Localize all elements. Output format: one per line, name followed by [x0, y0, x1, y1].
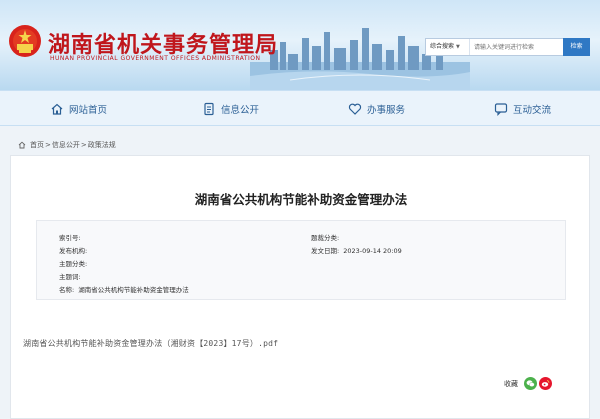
breadcrumb-policy[interactable]: 政策法规 — [88, 140, 116, 150]
share-label: 收藏 — [504, 379, 518, 388]
meta-name: 名称: 湖南省公共机构节能补助资金管理办法 — [59, 284, 189, 294]
meta-org-label: 发布机构: — [59, 247, 88, 255]
meta-topic-label: 主题分类: — [59, 260, 88, 268]
search-scope-label: 综合搜索 — [430, 43, 455, 50]
site-subtitle: HUNAN PROVINCIAL GOVERNMENT OFFICES ADMI… — [50, 55, 261, 62]
nav-label-interact: 互动交流 — [513, 105, 552, 116]
main-nav: 网站首页 信息公开 办事服务 互动交流 — [0, 90, 600, 126]
weibo-icon[interactable] — [539, 377, 552, 390]
share-bar: 收藏 — [504, 377, 552, 390]
home-icon — [51, 103, 63, 115]
search-button[interactable]: 检索 — [563, 38, 590, 56]
nav-item-service[interactable]: 办事服务 — [348, 91, 405, 127]
chevron-down-icon: ▼ — [456, 44, 460, 50]
chat-icon — [494, 103, 508, 116]
meta-name-value: 湖南省公共机构节能补助资金管理办法 — [78, 286, 189, 294]
meta-name-label: 名称: — [59, 286, 75, 294]
search-box: 综合搜索▼ 检索 — [425, 38, 590, 56]
nav-label-home: 网站首页 — [69, 105, 108, 116]
attachment-link[interactable]: 湖南省公共机构节能补助资金管理办法（湘财资【2023】17号）.pdf — [23, 338, 278, 349]
breadcrumb-info[interactable]: 信息公开 — [52, 140, 80, 150]
meta-keyword: 主题词: — [59, 271, 85, 281]
nav-item-home[interactable]: 网站首页 — [50, 91, 107, 127]
meta-category: 题裁分类: — [311, 232, 343, 242]
article-meta-table: 索引号: 题裁分类: 发布机构: 发文日期: 2023-09-14 20:09 主… — [36, 220, 566, 300]
meta-index-label: 索引号: — [59, 234, 81, 242]
breadcrumb: 首页 > 信息公开 > 政策法规 — [18, 140, 116, 150]
breadcrumb-home[interactable]: 首页 — [30, 140, 44, 150]
nav-item-info[interactable]: 信息公开 — [202, 91, 259, 127]
meta-date-label: 发文日期: — [311, 247, 340, 255]
weibo-glyph — [541, 380, 550, 387]
document-icon — [204, 102, 214, 116]
meta-category-label: 题裁分类: — [311, 234, 340, 242]
search-scope-select[interactable]: 综合搜索 ▼ — [426, 39, 470, 55]
meta-topic: 主题分类: — [59, 258, 91, 268]
national-emblem-icon — [9, 25, 41, 57]
meta-date-value: 2023-09-14 20:09 — [343, 247, 402, 255]
meta-index: 索引号: — [59, 232, 85, 242]
breadcrumb-separator: > — [45, 141, 51, 149]
site-header: 湖南省机关事务管理局 HUNAN PROVINCIAL GOVERNMENT O… — [0, 0, 600, 90]
meta-keyword-label: 主题词: — [59, 273, 81, 281]
home-icon — [18, 141, 26, 149]
search-input[interactable] — [470, 39, 562, 55]
article-card: 湖南省公共机构节能补助资金管理办法 索引号: 题裁分类: 发布机构: 发文日期:… — [10, 155, 590, 419]
nav-label-service: 办事服务 — [367, 105, 406, 116]
heart-icon — [348, 103, 362, 115]
nav-label-info: 信息公开 — [221, 105, 260, 116]
breadcrumb-separator: > — [80, 141, 87, 149]
article-title: 湖南省公共机构节能补助资金管理办法 — [194, 192, 408, 207]
meta-org: 发布机构: — [59, 245, 91, 255]
wechat-glyph — [526, 380, 535, 387]
nav-item-interact[interactable]: 互动交流 — [494, 91, 551, 127]
wechat-icon[interactable] — [524, 377, 537, 390]
meta-date: 发文日期: 2023-09-14 20:09 — [311, 245, 402, 255]
